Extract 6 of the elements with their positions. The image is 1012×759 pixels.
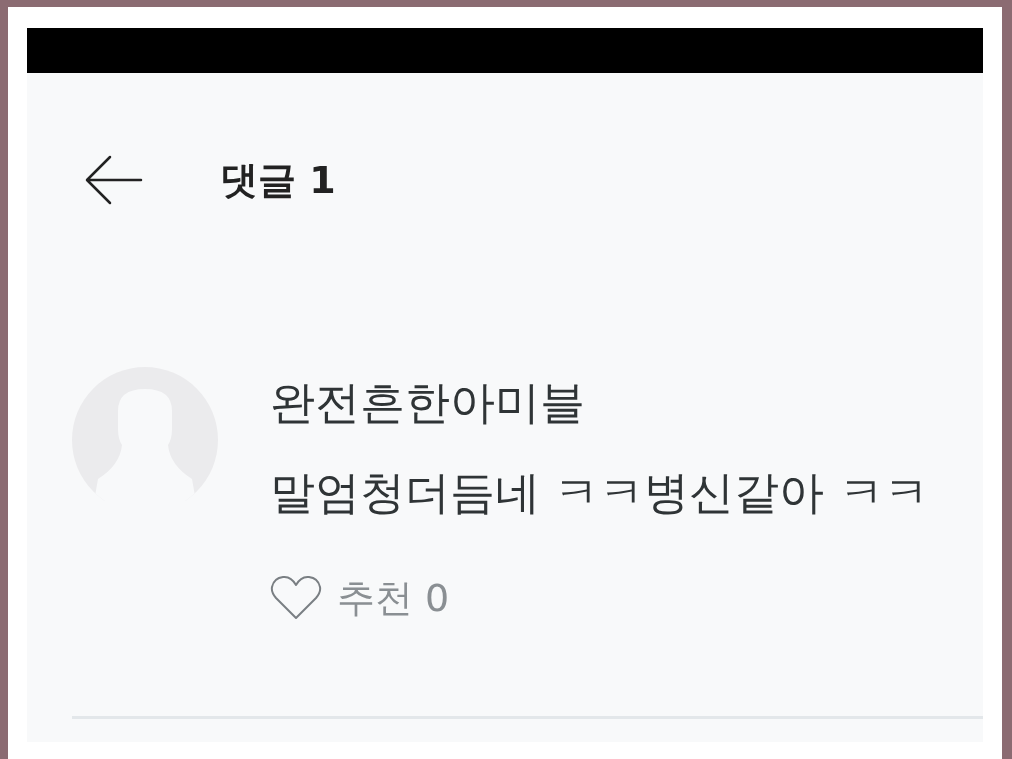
like-count[interactable]: 추천 0 bbox=[337, 572, 450, 624]
comment-text: 말엄청더듬네 ㅋㅋ병신같아 ㅋㅋ bbox=[270, 465, 929, 521]
back-arrow-icon[interactable] bbox=[85, 155, 143, 205]
heart-icon[interactable] bbox=[270, 575, 322, 621]
comment-author: 완전흔한아미블 bbox=[270, 375, 586, 431]
page-title: 댓글 1 bbox=[220, 156, 336, 204]
